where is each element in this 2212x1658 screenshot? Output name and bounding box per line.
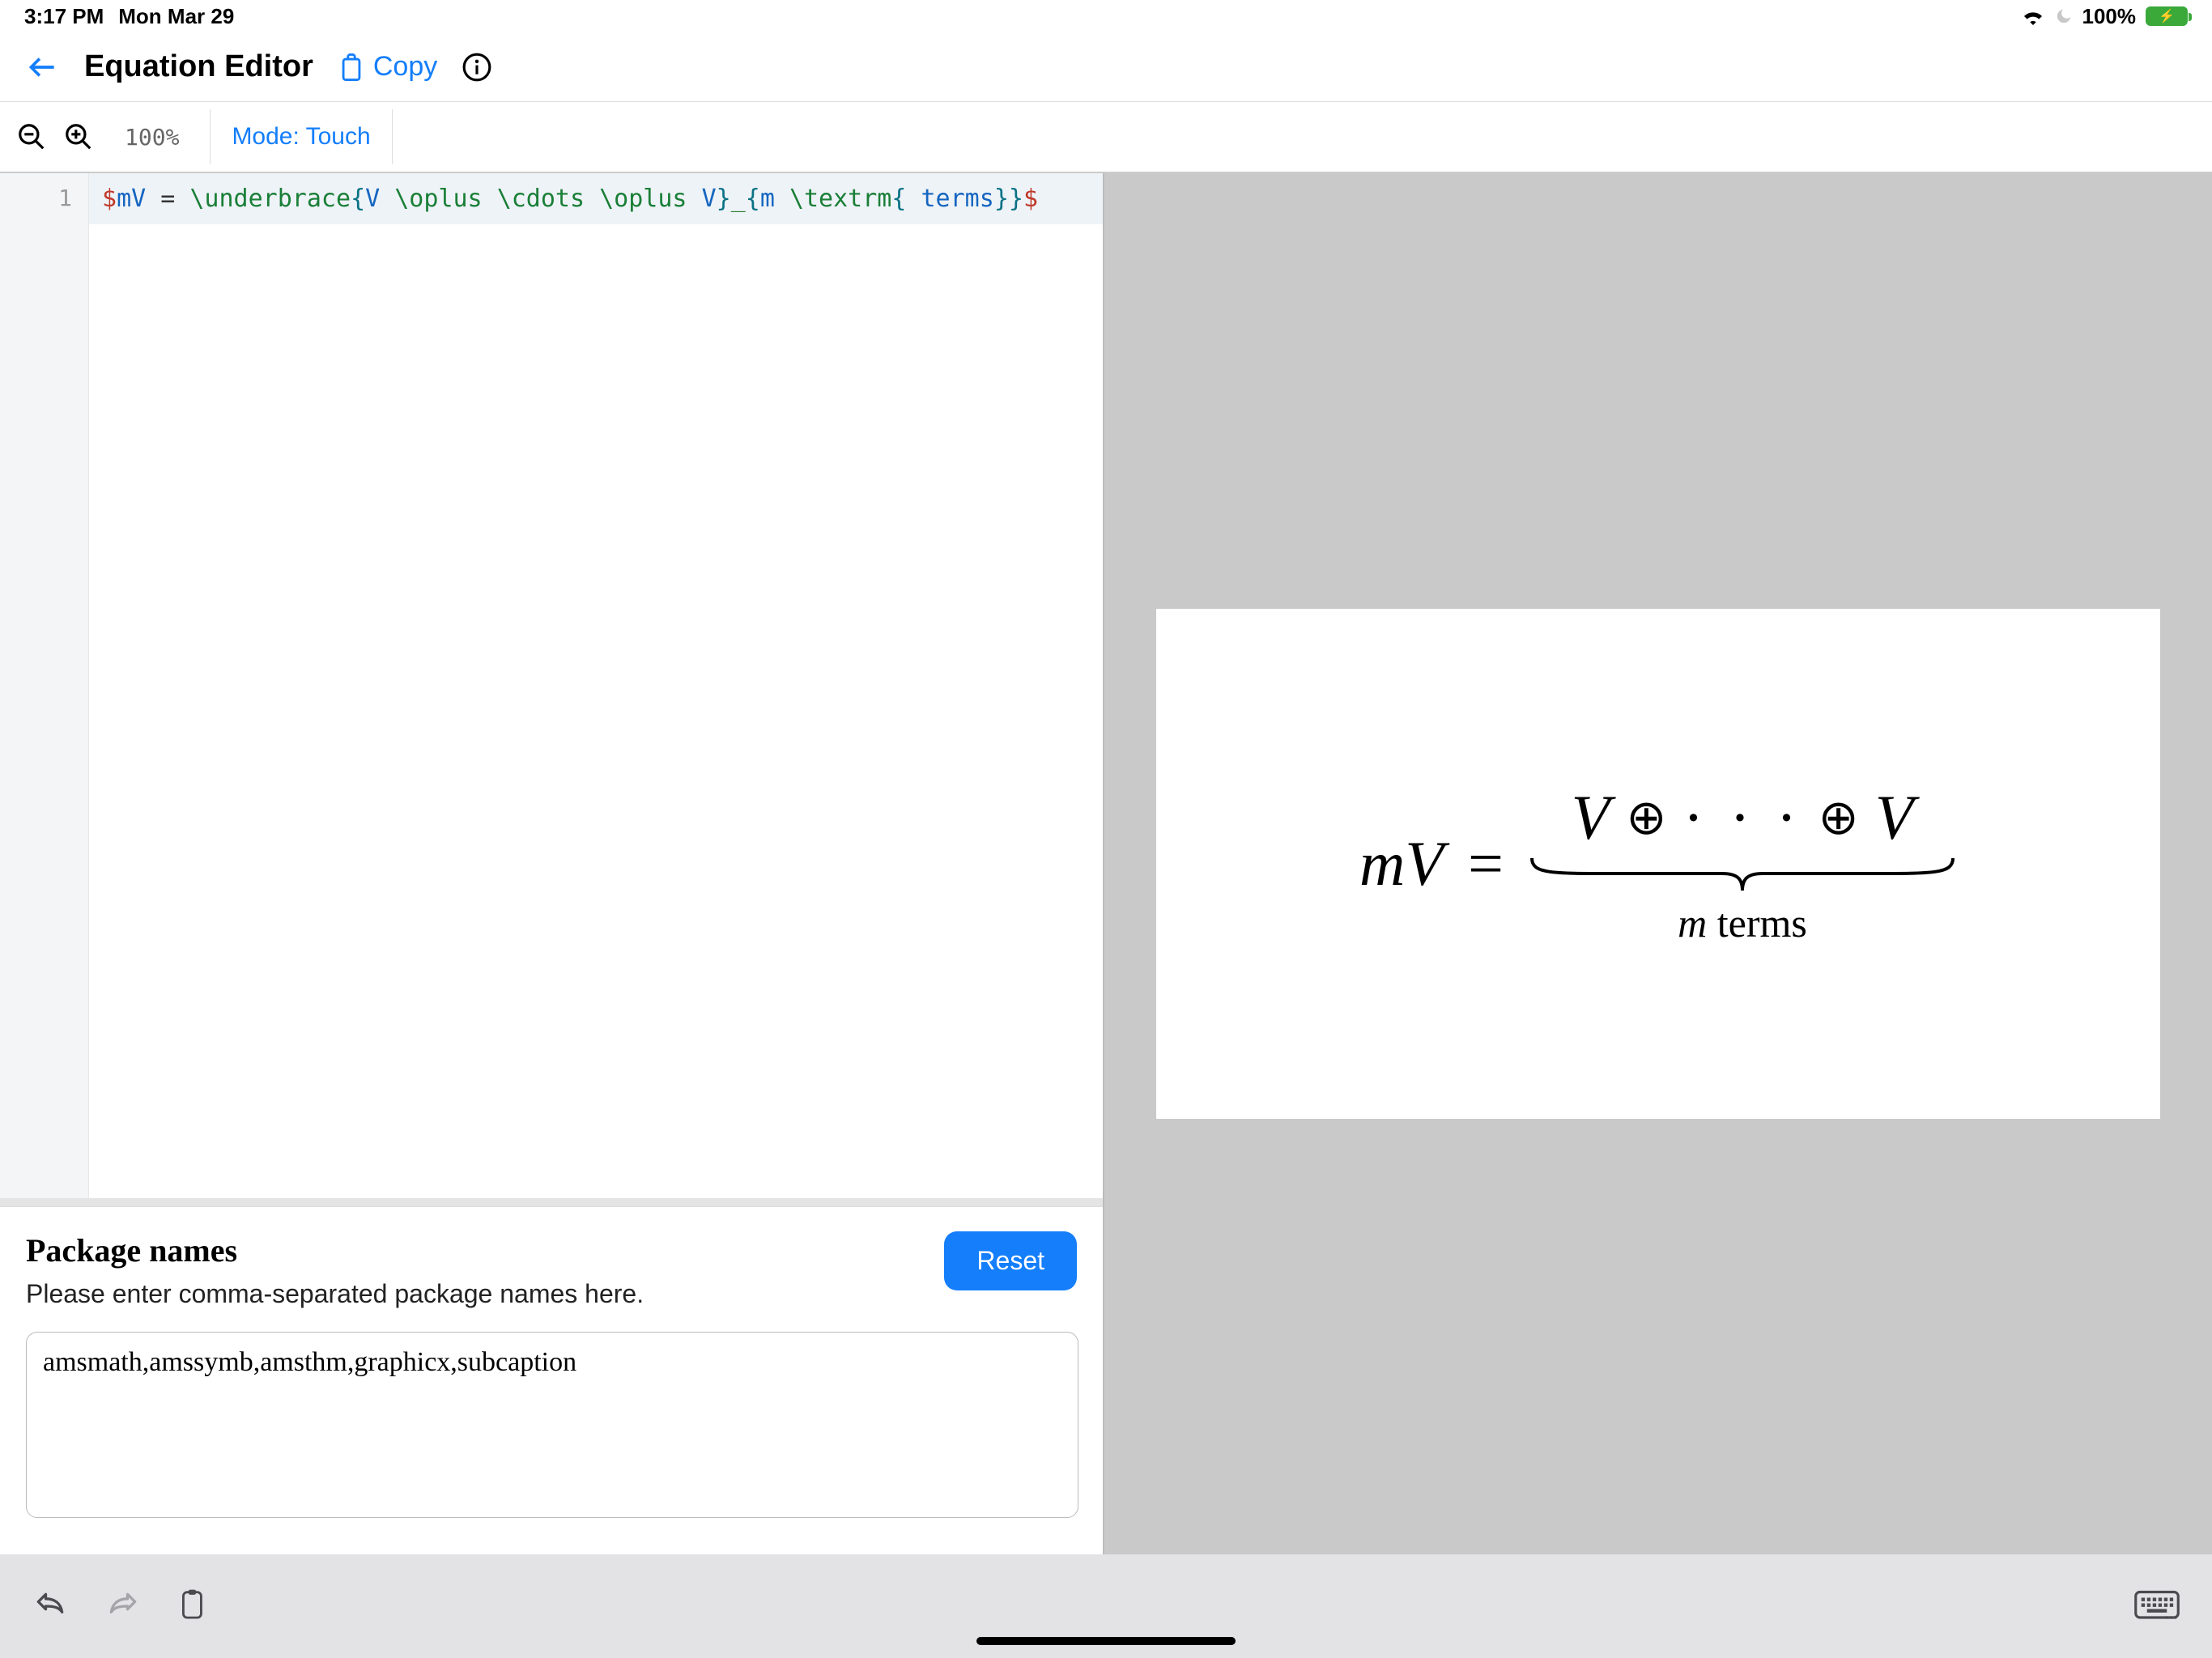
zoom-in-button[interactable]	[63, 121, 94, 152]
preview-pane[interactable]: mV = V ⊕ · · · ⊕ V	[1104, 173, 2212, 1554]
preview-card: mV = V ⊕ · · · ⊕ V	[1156, 609, 2160, 1119]
reset-button[interactable]: Reset	[944, 1231, 1077, 1290]
packages-title: Package names	[26, 1231, 644, 1269]
zoom-percent: 100%	[110, 124, 194, 151]
line-number: 1	[0, 185, 72, 211]
wifi-icon	[2021, 7, 2045, 25]
status-time: 3:17 PM	[24, 4, 104, 29]
page-title: Equation Editor	[84, 49, 313, 84]
main-split: 1 $mV = \underbrace{V \oplus \cdots \opl…	[0, 173, 2212, 1554]
info-button[interactable]	[462, 52, 492, 83]
status-bar: 3:17 PM Mon Mar 29 100% ⚡	[0, 0, 2212, 32]
rendered-equation: mV = V ⊕ · · · ⊕ V	[1359, 781, 1957, 946]
battery-icon: ⚡	[2146, 6, 2188, 26]
mode-toggle[interactable]: Mode: Touch	[210, 109, 392, 164]
battery-percent: 100%	[2082, 4, 2137, 29]
packages-panel: Package names Please enter comma-separat…	[0, 1206, 1103, 1554]
status-date: Mon Mar 29	[118, 4, 234, 29]
app-header: Equation Editor Copy	[0, 32, 2212, 102]
code-line-1[interactable]: $mV = \underbrace{V \oplus \cdots \oplus…	[89, 173, 1103, 224]
back-button[interactable]	[24, 49, 60, 85]
keyboard-button[interactable]	[2134, 1590, 2180, 1622]
zoom-out-button[interactable]	[16, 121, 47, 152]
undo-button[interactable]	[32, 1588, 68, 1624]
packages-input[interactable]: amsmath,amssymb,amsthm,graphicx,subcapti…	[26, 1332, 1078, 1518]
copy-label: Copy	[373, 51, 437, 83]
redo-button[interactable]	[105, 1588, 141, 1624]
home-indicator[interactable]	[976, 1637, 1236, 1645]
editor-toolbar: 100% Mode: Touch	[0, 102, 2212, 173]
editor-pane: 1 $mV = \underbrace{V \oplus \cdots \opl…	[0, 173, 1104, 1554]
copy-button[interactable]: Copy	[338, 51, 437, 83]
clipboard-button[interactable]	[178, 1588, 209, 1624]
packages-hint: Please enter comma-separated package nam…	[26, 1279, 644, 1309]
moon-icon	[2055, 7, 2073, 25]
underbrace-icon	[1528, 854, 1957, 895]
code-editor[interactable]: 1 $mV = \underbrace{V \oplus \cdots \opl…	[0, 173, 1103, 1206]
line-gutter: 1	[0, 173, 89, 1198]
